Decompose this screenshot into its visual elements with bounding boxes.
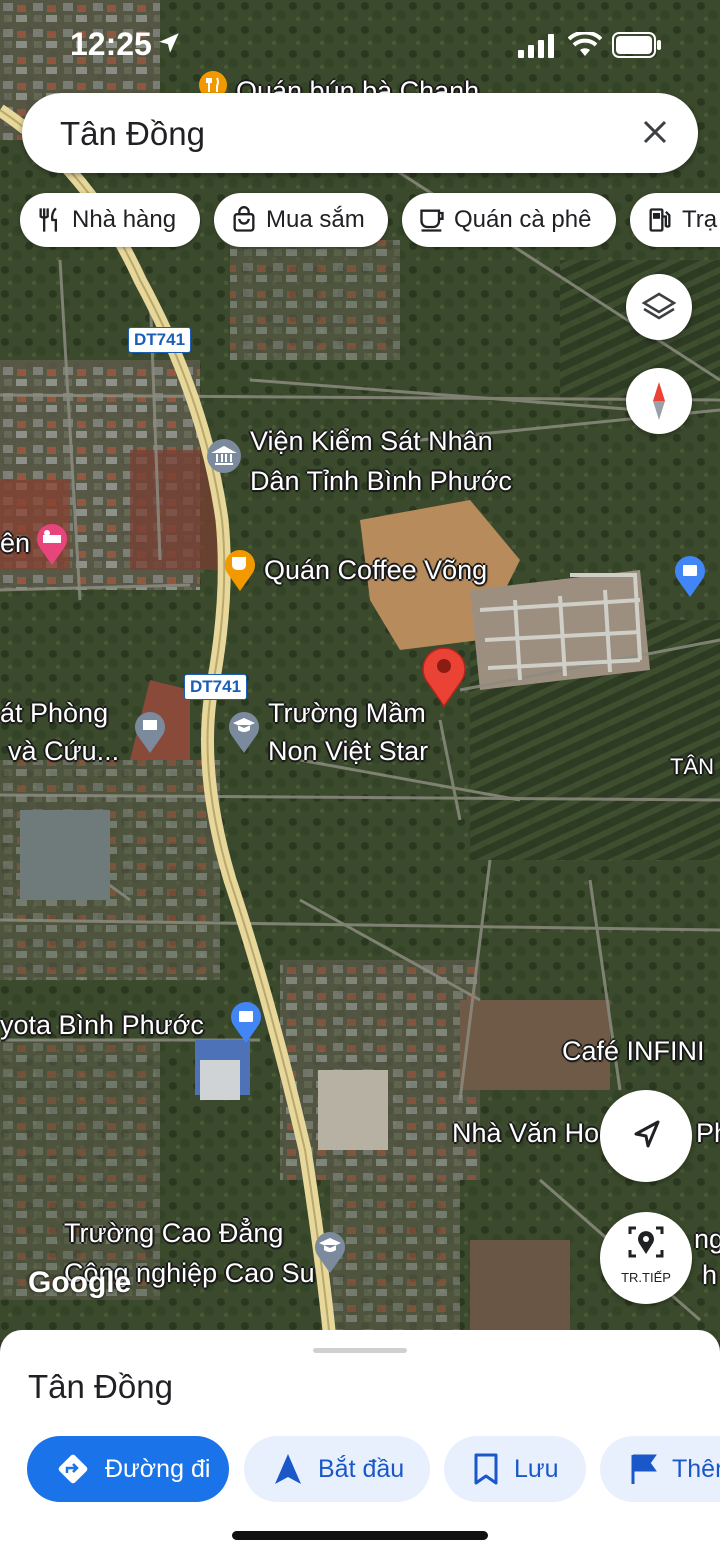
- compass-button[interactable]: [626, 368, 692, 434]
- poi-label-partial[interactable]: Ph: [696, 1116, 720, 1150]
- poi-label-partial[interactable]: ng: [694, 1222, 720, 1256]
- hotel-pin-icon[interactable]: [34, 520, 70, 566]
- poi-label-hotel[interactable]: ên: [0, 526, 30, 560]
- gas-station-icon: [649, 208, 671, 232]
- chip-shopping[interactable]: Mua sắm: [214, 193, 388, 247]
- my-location-button[interactable]: [600, 1090, 692, 1182]
- poi-label-fire-station[interactable]: và Cứu...: [8, 734, 119, 768]
- close-icon[interactable]: [640, 117, 670, 147]
- directions-label: Đường đi: [105, 1454, 211, 1483]
- home-indicator[interactable]: [232, 1531, 488, 1540]
- directions-button[interactable]: Đường đi: [27, 1436, 229, 1502]
- start-label: Bắt đầu: [318, 1454, 405, 1483]
- poi-label-partial[interactable]: h: [702, 1258, 717, 1292]
- poi-label-vks[interactable]: Dân Tỉnh Bình Phước: [250, 464, 512, 498]
- wifi-icon: [568, 32, 602, 56]
- poi-label-college[interactable]: Trường Cao Đẳng: [64, 1216, 283, 1250]
- battery-icon: [612, 32, 661, 58]
- poi-label-school[interactable]: Trường Mầm: [268, 696, 426, 730]
- explore-label: TR.TIẾP: [621, 1270, 671, 1285]
- navigation-arrow-icon: [275, 1454, 301, 1484]
- chip-restaurants[interactable]: Nhà hàng: [20, 193, 200, 247]
- status-time: 12:25: [70, 26, 152, 62]
- road-shield: DT741: [128, 327, 192, 353]
- flag-icon: [631, 1454, 657, 1484]
- chip-label: Nhà hàng: [72, 206, 177, 233]
- save-label: Lưu: [514, 1454, 559, 1483]
- navigation-arrow-icon: [634, 1120, 660, 1148]
- google-watermark: Google: [28, 1266, 132, 1299]
- area-label-tan: TÂN: [670, 754, 714, 779]
- compass-icon: [653, 382, 665, 420]
- search-bar[interactable]: Tân Đồng: [22, 93, 698, 173]
- shopping-bag-icon: [233, 206, 255, 232]
- scan-location-icon: [628, 1226, 664, 1258]
- chip-gas[interactable]: Trạ: [630, 193, 720, 247]
- category-chips: Nhà hàng Mua sắm Quán cà phê Trạ: [20, 193, 720, 247]
- search-query[interactable]: Tân Đồng: [60, 115, 205, 153]
- service-pin-icon[interactable]: [132, 708, 168, 754]
- save-button[interactable]: Lưu: [444, 1436, 586, 1502]
- poi-label-fire-station[interactable]: át Phòng: [0, 696, 108, 730]
- more-label: Thêm: [672, 1454, 720, 1483]
- satellite-map[interactable]: 12:25 Quán bún bà Chanh Tân Đồng Nhà hàn: [0, 0, 720, 1340]
- government-pin-icon[interactable]: [206, 438, 242, 474]
- poi-label-cafe-infinity[interactable]: Café INFINI: [562, 1034, 705, 1068]
- layers-icon: [641, 292, 677, 320]
- directions-icon: [58, 1454, 88, 1484]
- road-shield: DT741: [184, 674, 248, 700]
- chip-coffee[interactable]: Quán cà phê: [402, 193, 616, 247]
- poi-label-school[interactable]: Non Việt Star: [268, 734, 428, 768]
- coffee-icon: [420, 209, 444, 232]
- layers-button[interactable]: [626, 274, 692, 340]
- shopping-pin-icon[interactable]: [672, 552, 708, 598]
- cafe-pin-icon[interactable]: [222, 546, 258, 592]
- location-arrow-icon: [159, 33, 179, 53]
- selected-location-pin-icon[interactable]: [420, 644, 468, 708]
- place-title: Tân Đồng: [28, 1368, 173, 1405]
- chip-label: Trạ: [682, 206, 718, 233]
- start-button[interactable]: Bắt đầu: [244, 1436, 430, 1502]
- bookmark-icon: [474, 1453, 498, 1485]
- chip-label: Mua sắm: [266, 206, 365, 233]
- chip-label: Quán cà phê: [454, 206, 592, 233]
- school-pin-icon[interactable]: [312, 1228, 348, 1274]
- shopping-pin-icon[interactable]: [228, 998, 264, 1044]
- school-pin-icon[interactable]: [226, 708, 262, 754]
- sheet-drag-handle[interactable]: [313, 1348, 407, 1353]
- poi-label-toyota[interactable]: yota Bình Phước: [0, 1008, 204, 1042]
- poi-label-vks[interactable]: Viện Kiểm Sát Nhân: [250, 424, 493, 458]
- place-bottom-sheet[interactable]: Tân Đồng Đường đi Bắt đầu Lưu Thêm: [0, 1330, 720, 1557]
- more-button[interactable]: Thêm: [600, 1436, 720, 1502]
- poi-label-nha-van-hoa[interactable]: Nhà Văn Ho: [452, 1116, 599, 1150]
- status-bar: 12:25: [0, 22, 720, 66]
- explore-nearby-button[interactable]: TR.TIẾP: [600, 1212, 692, 1304]
- poi-label-coffee[interactable]: Quán Coffee Võng: [264, 553, 487, 587]
- restaurant-icon: [39, 207, 57, 232]
- cellular-signal-icon: [518, 34, 554, 58]
